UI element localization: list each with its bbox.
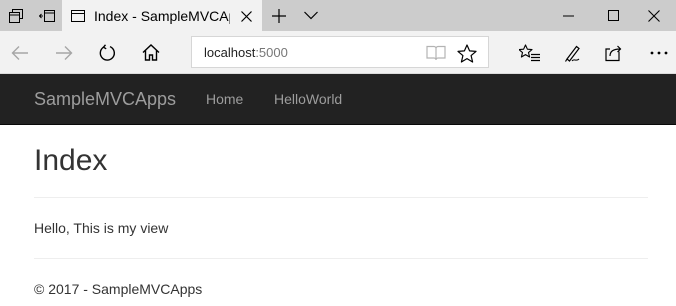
close-icon[interactable] bbox=[238, 8, 254, 24]
forward-icon[interactable] bbox=[47, 36, 81, 69]
address-bar[interactable]: localhost:5000 bbox=[191, 36, 489, 68]
url-host: localhost bbox=[204, 45, 256, 60]
tab-list-icon[interactable] bbox=[0, 0, 31, 31]
site-navbar: SampleMVCApps Home HelloWorld bbox=[0, 74, 676, 125]
pen-icon[interactable] bbox=[556, 36, 590, 69]
home-icon[interactable] bbox=[134, 36, 168, 69]
more-icon[interactable] bbox=[642, 36, 676, 69]
favorites-list-icon[interactable] bbox=[513, 36, 547, 69]
title-divider bbox=[34, 197, 648, 198]
back-icon[interactable] bbox=[3, 36, 37, 69]
close-window-icon[interactable] bbox=[631, 0, 676, 31]
view-message: Hello, This is my view bbox=[34, 220, 169, 236]
tab-strip: Index - SampleMVCApps bbox=[0, 0, 676, 31]
active-tab[interactable]: Index - SampleMVCApps bbox=[62, 0, 262, 31]
refresh-icon[interactable] bbox=[90, 36, 124, 69]
minimize-icon[interactable] bbox=[546, 0, 591, 31]
set-aside-tabs-icon[interactable] bbox=[31, 0, 62, 31]
page-title: Index bbox=[34, 144, 108, 177]
page-favicon-icon bbox=[71, 9, 85, 23]
tab-preview-chevron-icon[interactable] bbox=[295, 0, 326, 31]
tab-title: Index - SampleMVCApps bbox=[94, 7, 230, 24]
nav-link-helloworld[interactable]: HelloWorld bbox=[274, 91, 342, 107]
new-tab-icon[interactable] bbox=[263, 0, 294, 31]
reading-view-icon[interactable] bbox=[425, 43, 447, 63]
maximize-icon[interactable] bbox=[591, 0, 636, 31]
footer-copyright: © 2017 - SampleMVCApps bbox=[34, 281, 203, 297]
share-icon[interactable] bbox=[598, 36, 632, 69]
favorite-star-icon[interactable] bbox=[456, 43, 478, 63]
url-text: localhost:5000 bbox=[204, 45, 288, 60]
site-brand-link[interactable]: SampleMVCApps bbox=[34, 89, 176, 110]
browser-toolbar: localhost:5000 bbox=[0, 31, 676, 74]
url-port: :5000 bbox=[255, 45, 288, 60]
footer-divider bbox=[34, 258, 648, 259]
nav-link-home[interactable]: Home bbox=[206, 91, 243, 107]
